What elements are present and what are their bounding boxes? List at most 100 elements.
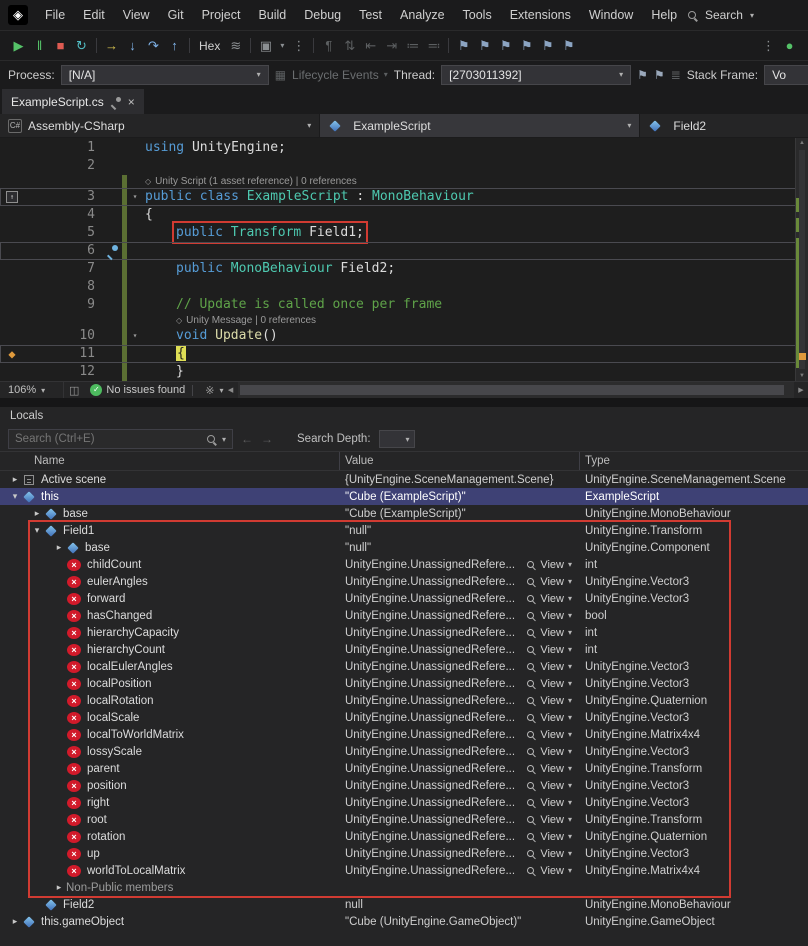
- locals-row-hasChanged[interactable]: ×hasChangedUnityEngine.UnassignedRefere.…: [0, 607, 808, 624]
- expander-icon[interactable]: ▸: [8, 474, 22, 485]
- column-header-name[interactable]: Name: [0, 452, 340, 470]
- stop-icon[interactable]: ■: [50, 32, 71, 60]
- view-button[interactable]: View▾: [526, 644, 572, 656]
- scrollbar-track[interactable]: [238, 382, 794, 398]
- scroll-down-icon[interactable]: ▼: [799, 371, 805, 381]
- flag-just-my-code-icon[interactable]: ⚑: [654, 68, 665, 82]
- menu-item-git[interactable]: Git: [159, 4, 193, 26]
- column-header-value[interactable]: Value: [340, 452, 580, 470]
- step-into-icon[interactable]: ↓: [122, 32, 143, 60]
- view-button[interactable]: View▾: [526, 712, 572, 724]
- pinned-datatip-icon[interactable]: [107, 245, 118, 256]
- code-line-2[interactable]: 2: [0, 157, 808, 175]
- locals-row-rotation[interactable]: ×rotationUnityEngine.UnassignedRefere...…: [0, 828, 808, 845]
- locals-row-localScale[interactable]: ×localScaleUnityEngine.UnassignedRefere.…: [0, 709, 808, 726]
- project-dropdown[interactable]: C# Assembly-CSharp ▾: [0, 114, 320, 137]
- expander-icon[interactable]: ▾: [30, 525, 44, 536]
- breakpoint-margin[interactable]: [0, 296, 24, 314]
- tab-pin-icon[interactable]: [111, 97, 121, 107]
- windows-dropdown-caret-icon[interactable]: ▾: [276, 32, 288, 60]
- code-line-4[interactable]: 4{: [0, 206, 808, 224]
- search-box[interactable]: ▾: [8, 429, 233, 449]
- menu-item-project[interactable]: Project: [193, 4, 250, 26]
- menu-item-build[interactable]: Build: [249, 4, 295, 26]
- menu-item-tools[interactable]: Tools: [454, 4, 501, 26]
- view-button[interactable]: View▾: [526, 593, 572, 605]
- toolbar-overflow-icon[interactable]: ⋮: [288, 32, 309, 60]
- search-next-icon[interactable]: →: [261, 432, 273, 446]
- code-line-7[interactable]: 7public MonoBehaviour Field2;: [0, 260, 808, 278]
- breakpoint-margin[interactable]: [0, 224, 24, 242]
- scroll-left-icon[interactable]: ◀: [224, 386, 238, 394]
- view-button[interactable]: View▾: [526, 678, 572, 690]
- locals-row-localEulerAngles[interactable]: ×localEulerAnglesUnityEngine.UnassignedR…: [0, 658, 808, 675]
- view-button[interactable]: View▾: [526, 695, 572, 707]
- locals-row-localPosition[interactable]: ×localPositionUnityEngine.UnassignedRefe…: [0, 675, 808, 692]
- code-editor[interactable]: 1using UnityEngine;2◇Unity Script (1 ass…: [0, 138, 808, 381]
- expander-icon[interactable]: ▸: [8, 916, 22, 927]
- member-dropdown[interactable]: Field2: [640, 114, 808, 137]
- locals-row-Field1[interactable]: ▾Field1"null"UnityEngine.Transform: [0, 522, 808, 539]
- locals-row-root[interactable]: ×rootUnityEngine.UnassignedRefere...View…: [0, 811, 808, 828]
- search-prev-icon[interactable]: ←: [241, 432, 253, 446]
- menu-item-window[interactable]: Window: [580, 4, 642, 26]
- locals-row-localRotation[interactable]: ×localRotationUnityEngine.UnassignedRefe…: [0, 692, 808, 709]
- scrollbar-thumb[interactable]: [240, 385, 784, 395]
- next-bookmark-icon[interactable]: ⚑: [495, 32, 516, 60]
- menu-item-view[interactable]: View: [114, 4, 159, 26]
- scroll-right-icon[interactable]: ▶: [794, 386, 808, 394]
- view-button[interactable]: View▾: [526, 729, 572, 741]
- locals-row-base[interactable]: ▸base"null"UnityEngine.Component: [0, 539, 808, 556]
- split-view-icon[interactable]: ◫: [64, 384, 84, 397]
- prev-bookmark-icon[interactable]: ⚑: [474, 32, 495, 60]
- menu-item-file[interactable]: File: [36, 4, 74, 26]
- scrollbar-track[interactable]: [796, 148, 808, 371]
- gutter-frame-icon[interactable]: ↑: [6, 191, 18, 203]
- type-dropdown[interactable]: ExampleScript ▾: [320, 114, 640, 137]
- view-button[interactable]: View▾: [526, 763, 572, 775]
- view-button[interactable]: View▾: [526, 865, 572, 877]
- breakpoint-diamond-icon[interactable]: ◆: [8, 345, 15, 363]
- locals-row-position[interactable]: ×positionUnityEngine.UnassignedRefere...…: [0, 777, 808, 794]
- column-header-type[interactable]: Type: [580, 452, 808, 470]
- locals-row-localToWorldMatrix[interactable]: ×localToWorldMatrixUnityEngine.Unassigne…: [0, 726, 808, 743]
- show-next-statement-icon[interactable]: →: [101, 32, 122, 60]
- locals-row-this-gameObject[interactable]: ▸this.gameObject"Cube (UnityEngine.GameO…: [0, 913, 808, 930]
- thread-dropdown[interactable]: [2703011392] ▾: [441, 65, 631, 85]
- code-cleanup-icon[interactable]: ※: [200, 384, 219, 397]
- live-share-icon[interactable]: ●: [779, 32, 800, 60]
- code-line-11[interactable]: ◆11{: [0, 345, 808, 363]
- locals-row-hierarchyCount[interactable]: ×hierarchyCountUnityEngine.UnassignedRef…: [0, 641, 808, 658]
- locals-row-base[interactable]: ▸base"Cube (ExampleScript)"UnityEngine.M…: [0, 505, 808, 522]
- menu-item-help[interactable]: Help: [642, 4, 686, 26]
- locals-row-Active-scene[interactable]: ▸Active scene{UnityEngine.SceneManagemen…: [0, 471, 808, 488]
- locals-row-hierarchyCapacity[interactable]: ×hierarchyCapacityUnityEngine.Unassigned…: [0, 624, 808, 641]
- tab-close-icon[interactable]: ×: [128, 96, 135, 108]
- hex-button[interactable]: Hex: [194, 32, 225, 60]
- expander-icon[interactable]: ▸: [30, 508, 44, 519]
- menu-item-debug[interactable]: Debug: [295, 4, 350, 26]
- locals-row-Field2[interactable]: Field2nullUnityEngine.MonoBehaviour: [0, 896, 808, 913]
- view-button[interactable]: View▾: [526, 848, 572, 860]
- lifecycle-events-button[interactable]: Lifecycle Events ▾: [292, 68, 388, 82]
- locals-row-Non-Public-members[interactable]: ▸Non-Public members: [0, 879, 808, 896]
- word-wrap-icon[interactable]: ⇅: [339, 32, 360, 60]
- code-line-1[interactable]: 1using UnityEngine;: [0, 139, 808, 157]
- view-button[interactable]: View▾: [526, 797, 572, 809]
- tab-examplescript[interactable]: ExampleScript.cs ×: [2, 89, 144, 114]
- search-depth-dropdown[interactable]: ▾: [379, 430, 415, 448]
- view-button[interactable]: View▾: [526, 780, 572, 792]
- scroll-up-icon[interactable]: ▲: [799, 138, 805, 148]
- break-all-icon[interactable]: ‖: [29, 32, 50, 60]
- decrease-indent-icon[interactable]: ⇤: [360, 32, 381, 60]
- view-button[interactable]: View▾: [526, 814, 572, 826]
- locals-row-childCount[interactable]: ×childCountUnityEngine.UnassignedRefere.…: [0, 556, 808, 573]
- view-button[interactable]: View▾: [526, 559, 572, 571]
- breakpoint-margin[interactable]: ◆: [0, 345, 24, 363]
- breakpoint-margin[interactable]: [0, 363, 24, 381]
- step-over-icon[interactable]: ↷: [143, 32, 164, 60]
- locals-row-lossyScale[interactable]: ×lossyScaleUnityEngine.UnassignedRefere.…: [0, 743, 808, 760]
- show-threads-icon[interactable]: ≋: [225, 32, 246, 60]
- continue-icon[interactable]: ▶: [8, 32, 29, 60]
- locals-panel-title[interactable]: Locals: [0, 407, 808, 427]
